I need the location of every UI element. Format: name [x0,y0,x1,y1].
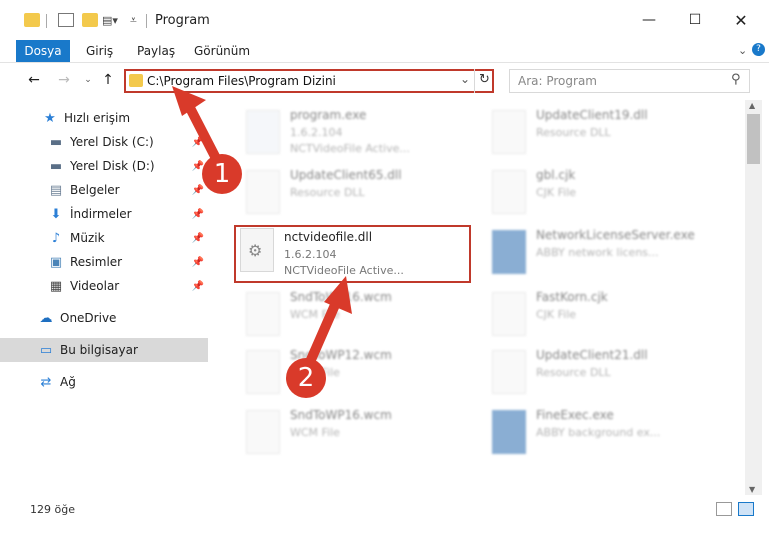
callout-2: 2 [286,358,326,398]
arrow-2 [305,293,343,367]
callout-1: 1 [202,154,242,194]
annotation-arrows [172,86,352,367]
